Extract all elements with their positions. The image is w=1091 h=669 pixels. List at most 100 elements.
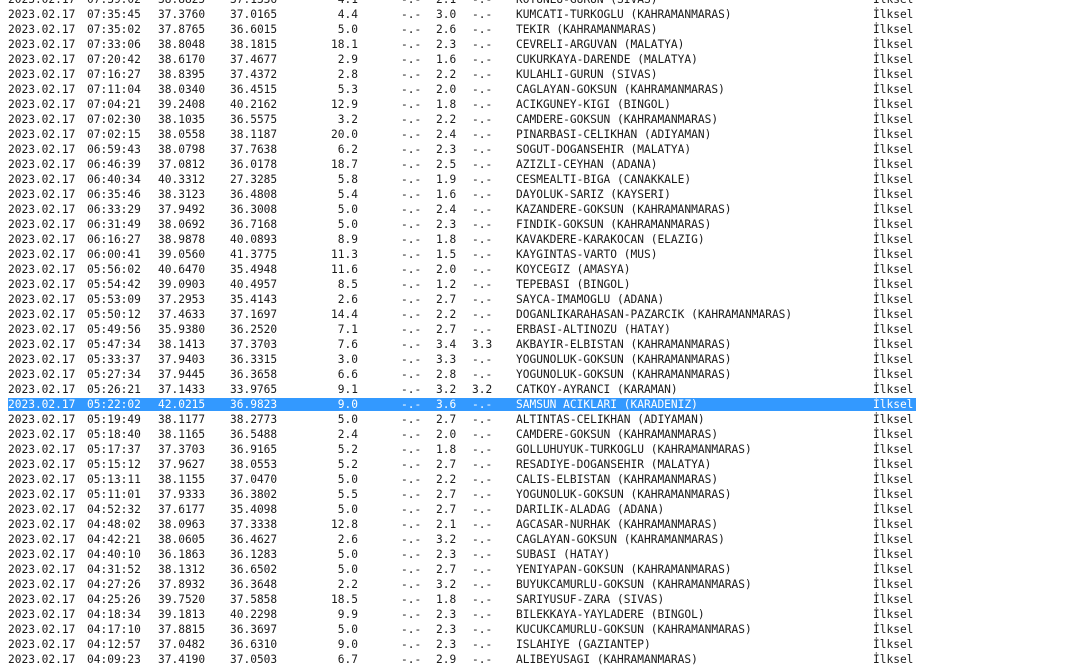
latitude-cell: 37.9403: [158, 353, 206, 366]
depth-cell: 20.0: [331, 128, 358, 141]
location-cell: GOLLUHUYUK-TURKOGLU (KAHRAMANMARAS): [516, 443, 752, 456]
earthquake-row[interactable]: 2023.02.17 04:40:10 36.1863 36.1283 5.0 -.- 2.…: [0, 547, 1091, 562]
mw-magnitude-cell: -.-: [472, 0, 492, 7]
earthquake-row[interactable]: 2023.02.17 05:26:21 37.1433 33.9765 9.1 -.- 3.…: [0, 382, 1091, 397]
earthquake-row[interactable]: 2023.02.17 04:09:23 37.4190 37.0503 6.7 -.- 2.…: [0, 652, 1091, 667]
earthquake-row[interactable]: 2023.02.17 06:59:43 38.0798 37.7638 6.2 -.- 2.…: [0, 142, 1091, 157]
earthquake-row[interactable]: 2023.02.17 04:25:26 39.7520 37.5858 18.5 -.- 1…: [0, 592, 1091, 607]
date-cell: 2023.02.17: [8, 23, 76, 36]
earthquake-row[interactable]: 2023.02.17 07:35:45 37.3760 37.0165 4.4 -.- 3.…: [0, 7, 1091, 22]
time-cell: 05:19:49: [87, 413, 141, 426]
depth-cell: 5.0: [337, 218, 358, 231]
location-cell: CAMDERE-GOKSUN (KAHRAMANMARAS): [516, 113, 719, 126]
earthquake-row[interactable]: 2023.02.17 04:18:34 39.1813 40.2298 9.9 -.- 2.…: [0, 607, 1091, 622]
earthquake-row[interactable]: 2023.02.17 05:33:37 37.9403 36.3315 3.0 -.- 3.…: [0, 352, 1091, 367]
earthquake-row[interactable]: 2023.02.17 06:16:27 38.9878 40.0893 8.9 -.- 1.…: [0, 232, 1091, 247]
earthquake-row[interactable]: 2023.02.17 06:35:46 38.3123 36.4808 5.4 -.- 1.…: [0, 187, 1091, 202]
earthquake-row[interactable]: 2023.02.17 04:52:32 37.6177 35.4098 5.0 -.- 2.…: [0, 502, 1091, 517]
depth-cell: 5.0: [337, 203, 358, 216]
depth-cell: 5.2: [337, 443, 358, 456]
ml-magnitude-cell: 1.5: [436, 248, 457, 261]
md-magnitude-cell: -.-: [401, 578, 422, 591]
earthquake-row[interactable]: 2023.02.17 06:31:49 38.0692 36.7168 5.0 -.- 2.…: [0, 217, 1091, 232]
earthquake-row[interactable]: 2023.02.17 07:20:42 38.6170 37.4677 2.9 -.- 1.…: [0, 52, 1091, 67]
earthquake-row[interactable]: 2023.02.17 06:33:29 37.9492 36.3008 5.0 -.- 2.…: [0, 202, 1091, 217]
depth-cell: 5.8: [337, 173, 358, 186]
solution-type-cell: İlksel: [873, 593, 914, 606]
solution-type-cell: İlksel: [873, 653, 914, 666]
md-magnitude-cell: -.-: [401, 353, 422, 366]
earthquake-row[interactable]: 2023.02.17 05:53:09 37.2953 35.4143 2.6 -.- 2.…: [0, 292, 1091, 307]
earthquake-row[interactable]: 2023.02.17 06:00:41 39.0560 41.3775 11.3 -.- 1…: [0, 247, 1091, 262]
earthquake-row[interactable]: 2023.02.17 06:40:34 40.3312 27.3285 5.8 -.- 1.…: [0, 172, 1091, 187]
depth-cell: 5.0: [337, 548, 358, 561]
ml-magnitude-cell: 2.3: [436, 638, 457, 651]
earthquake-row[interactable]: 2023.02.17 05:50:12 37.4633 37.1697 14.4 -.- 2…: [0, 307, 1091, 322]
date-cell: 2023.02.17: [8, 308, 76, 321]
earthquake-row[interactable]: 2023.02.17 04:27:26 37.8932 36.3648 2.2 -.- 3.…: [0, 577, 1091, 592]
earthquake-row[interactable]: 2023.02.17 07:11:04 38.0340 36.4515 5.3 -.- 2.…: [0, 82, 1091, 97]
md-magnitude-cell: -.-: [401, 128, 422, 141]
time-cell: 05:13:11: [87, 473, 141, 486]
earthquake-row[interactable]: 2023.02.17 06:46:39 37.0812 36.0178 18.7 -.- 2…: [0, 157, 1091, 172]
ml-magnitude-cell: 2.3: [436, 608, 457, 621]
earthquake-row[interactable]: 2023.02.17 07:02:30 38.1035 36.5575 3.2 -.- 2.…: [0, 112, 1091, 127]
earthquake-row[interactable]: 2023.02.17 07:04:21 39.2408 40.2162 12.9 -.- 1…: [0, 97, 1091, 112]
md-magnitude-cell: -.-: [401, 218, 422, 231]
longitude-cell: 33.9765: [230, 383, 278, 396]
earthquake-row-selected[interactable]: 2023.02.17 05:22:02 42.0215 36.9823 9.0 -.- 3.…: [0, 397, 1091, 412]
earthquake-row[interactable]: 2023.02.17 05:27:34 37.9445 36.3658 6.6 -.- 2.…: [0, 367, 1091, 382]
longitude-cell: 37.4372: [230, 68, 278, 81]
location-cell: CUKURKAYA-DARENDE (MALATYA): [516, 53, 698, 66]
date-cell: 2023.02.17: [8, 533, 76, 546]
longitude-cell: 36.4627: [230, 533, 278, 546]
time-cell: 05:18:40: [87, 428, 141, 441]
longitude-cell: 37.7638: [230, 143, 278, 156]
mw-magnitude-cell: -.-: [472, 98, 493, 111]
date-cell: 2023.02.17: [8, 413, 76, 426]
earthquake-row[interactable]: 2023.02.17 04:31:52 38.1312 36.6502 5.0 -.- 2.…: [0, 562, 1091, 577]
earthquake-row[interactable]: 2023.02.17 05:19:49 38.1177 38.2773 5.0 -.- 2.…: [0, 412, 1091, 427]
location-cell: CAMDERE-GOKSUN (KAHRAMANMARAS): [516, 428, 719, 441]
longitude-cell: 37.1697: [230, 308, 278, 321]
time-cell: 06:33:29: [87, 203, 141, 216]
time-cell: 04:42:21: [87, 533, 141, 546]
date-cell: 2023.02.17: [8, 293, 76, 306]
earthquake-row[interactable]: 2023.02.17 07:33:06 38.8048 38.1815 18.1 -.- 2…: [0, 37, 1091, 52]
earthquake-row[interactable]: 2023.02.17 04:17:10 37.8815 36.3697 5.0 -.- 2.…: [0, 622, 1091, 637]
earthquake-row[interactable]: 2023.02.17 05:47:34 38.1413 37.3703 7.6 -.- 3.…: [0, 337, 1091, 352]
location-cell: CALIS-ELBISTAN (KAHRAMANMARAS): [516, 473, 719, 486]
solution-type-cell: İlksel: [873, 38, 914, 51]
md-magnitude-cell: -.-: [401, 413, 422, 426]
longitude-cell: 36.3315: [230, 353, 278, 366]
earthquake-row[interactable]: 2023.02.17 07:39:02 38.8825 37.1336 4.1 -.- 2.…: [0, 0, 1091, 7]
mw-magnitude-cell: -.-: [472, 248, 493, 261]
longitude-cell: 36.6502: [230, 563, 278, 576]
earthquake-row[interactable]: 2023.02.17 05:18:40 38.1165 36.5488 2.4 -.- 2.…: [0, 427, 1091, 442]
earthquake-row[interactable]: 2023.02.17 05:54:42 39.0903 40.4957 8.5 -.- 1.…: [0, 277, 1091, 292]
earthquake-row[interactable]: 2023.02.17 04:42:21 38.0605 36.4627 2.6 -.- 3.…: [0, 532, 1091, 547]
ml-magnitude-cell: 2.3: [436, 623, 457, 636]
longitude-cell: 36.5575: [230, 113, 278, 126]
md-magnitude-cell: -.-: [401, 143, 422, 156]
solution-type-cell: İlksel: [873, 248, 914, 261]
time-cell: 05:17:37: [87, 443, 141, 456]
latitude-cell: 38.0692: [158, 218, 206, 231]
earthquake-row[interactable]: 2023.02.17 05:56:02 40.6470 35.4948 11.6 -.- 2…: [0, 262, 1091, 277]
md-magnitude-cell: -.-: [401, 338, 422, 351]
earthquake-row[interactable]: 2023.02.17 07:35:02 37.8765 36.6015 5.0 -.- 2.…: [0, 22, 1091, 37]
solution-type-cell: İlksel: [873, 503, 914, 516]
earthquake-row[interactable]: 2023.02.17 05:15:12 37.9627 38.0553 5.2 -.- 2.…: [0, 457, 1091, 472]
md-magnitude-cell: -.-: [401, 113, 422, 126]
depth-cell: 9.1: [337, 383, 358, 396]
earthquake-row[interactable]: 2023.02.17 05:11:01 37.9333 36.3802 5.5 -.- 2.…: [0, 487, 1091, 502]
earthquake-row[interactable]: 2023.02.17 04:12:57 37.0482 36.6310 9.0 -.- 2.…: [0, 637, 1091, 652]
earthquake-row[interactable]: 2023.02.17 07:02:15 38.0558 38.1187 20.0 -.- 2…: [0, 127, 1091, 142]
mw-magnitude-cell: -.-: [472, 653, 493, 666]
earthquake-row[interactable]: 2023.02.17 04:48:02 38.0963 37.3338 12.8 -.- 2…: [0, 517, 1091, 532]
earthquake-row[interactable]: 2023.02.17 05:13:11 38.1155 37.0470 5.0 -.- 2.…: [0, 472, 1091, 487]
earthquake-row[interactable]: 2023.02.17 05:49:56 35.9380 36.2520 7.1 -.- 2.…: [0, 322, 1091, 337]
time-cell: 04:27:26: [87, 578, 141, 591]
earthquake-row[interactable]: 2023.02.17 05:17:37 37.3703 36.9165 5.2 -.- 1.…: [0, 442, 1091, 457]
earthquake-row[interactable]: 2023.02.17 07:16:27 38.8395 37.4372 2.8 -.- 2.…: [0, 67, 1091, 82]
